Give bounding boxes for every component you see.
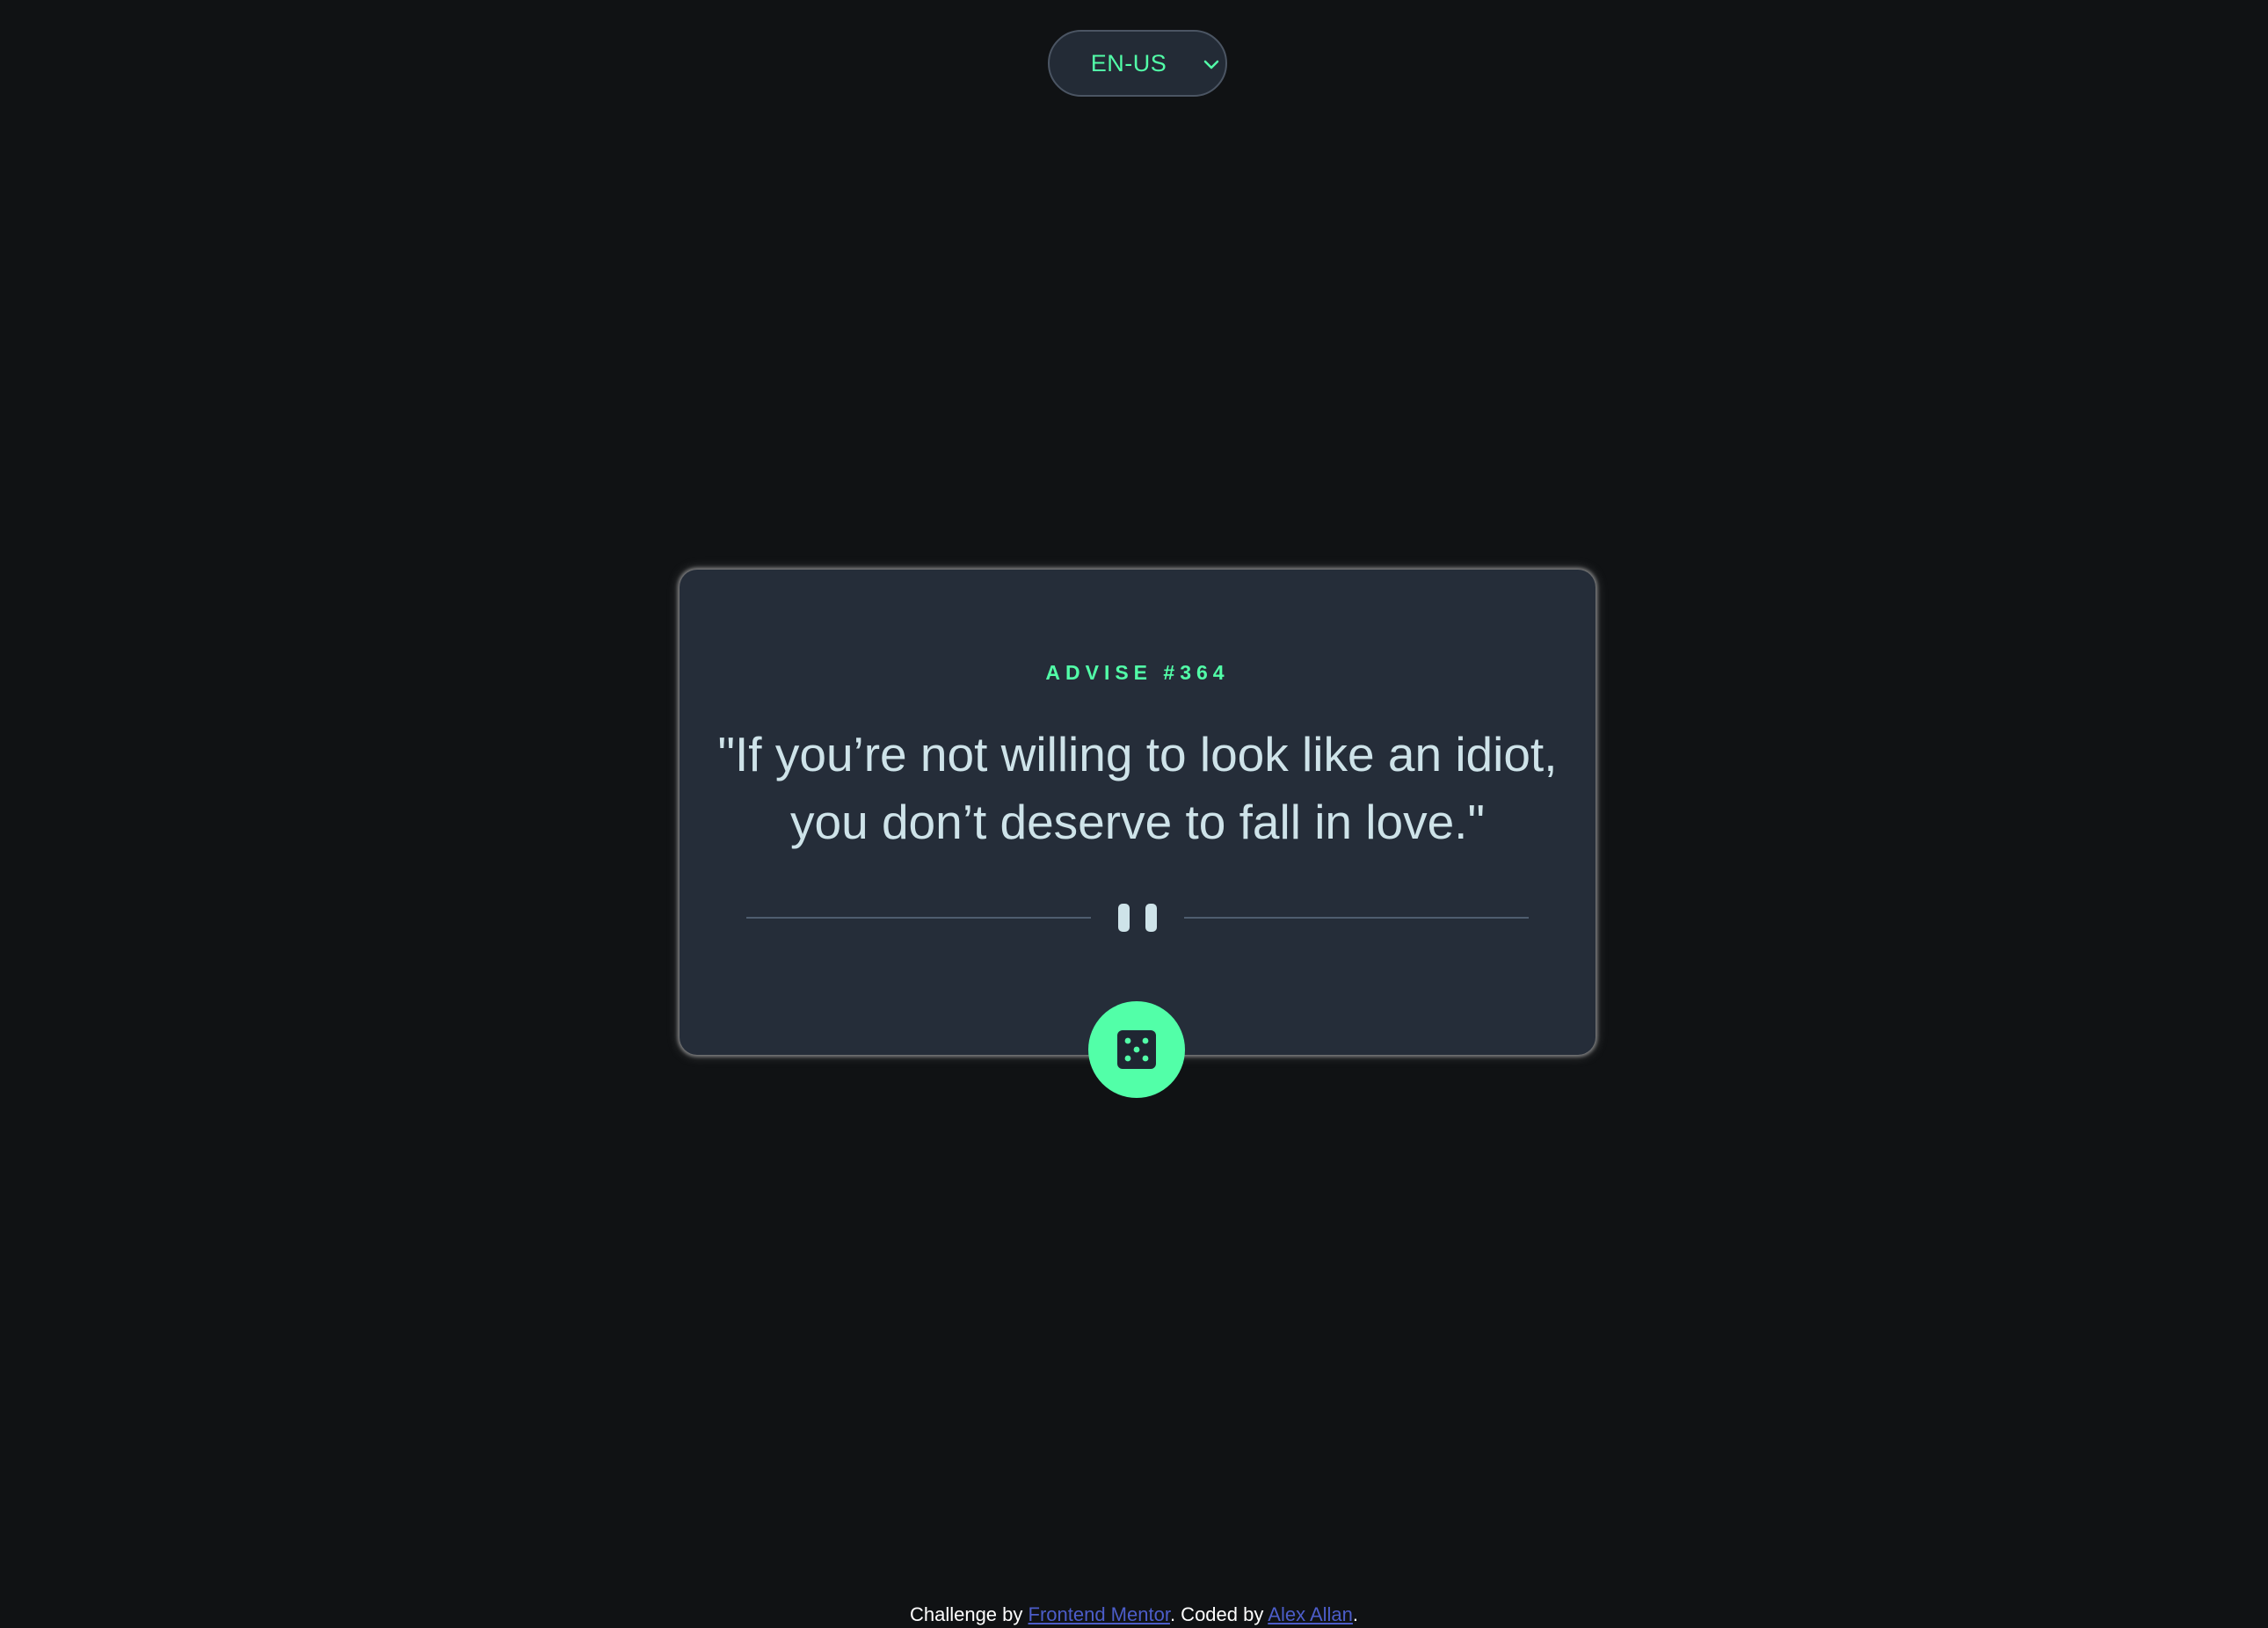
new-advice-button[interactable] [1088,1001,1185,1098]
author-link[interactable]: Alex Allan [1268,1603,1353,1625]
frontend-mentor-link[interactable]: Frontend Mentor [1029,1603,1170,1625]
advice-id: ADVISE #364 [1045,661,1230,684]
language-select-value: EN-US [1090,49,1167,76]
footer-middle: . Coded by [1169,1603,1268,1625]
pause-icon [1118,904,1157,932]
language-select[interactable]: EN-US [1048,30,1227,97]
dice-icon [1117,1030,1156,1069]
page: EN-US ADVISE #364 "If you’re not willing… [0,0,2268,1628]
divider-line-right [1184,917,1529,919]
footer-prefix: Challenge by [909,1603,1029,1625]
divider-line-left [746,917,1091,919]
divider [746,900,1529,935]
advice-card: ADVISE #364 "If you’re not willing to lo… [680,570,1596,1055]
footer-suffix: . [1352,1603,1359,1625]
chevron-down-icon [1203,60,1219,69]
advice-text: "If you’re not willing to look like an i… [717,727,1558,849]
attribution-footer: Challenge by Frontend Mentor. Coded by A… [0,1602,2268,1628]
